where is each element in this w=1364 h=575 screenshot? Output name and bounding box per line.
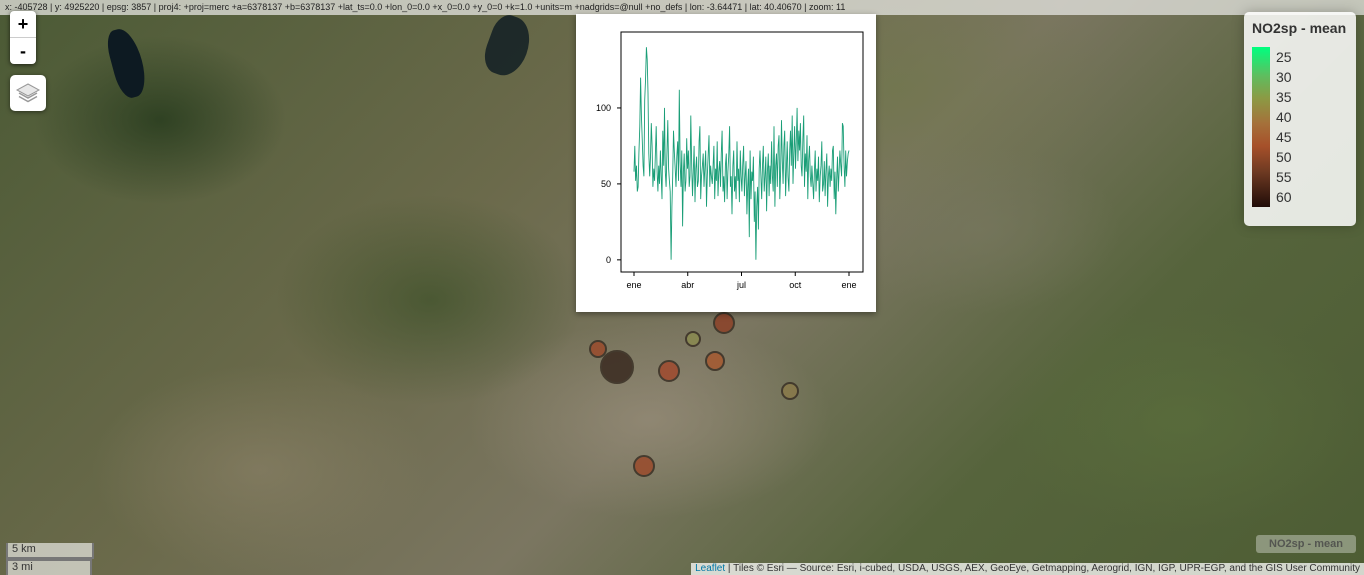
time-series-popup: 0 50 100 ene abr jul oct ene <box>576 14 876 312</box>
no2-line-chart: 0 50 100 ene abr jul oct ene <box>596 31 864 290</box>
x-tick-label: oct <box>789 280 802 290</box>
legend-label: 30 <box>1276 69 1292 85</box>
station-marker[interactable] <box>685 331 701 347</box>
x-tick-label: abr <box>681 280 694 290</box>
x-tick-label: jul <box>736 280 746 290</box>
layer-name-label: NO2sp - mean <box>1256 535 1356 553</box>
station-marker[interactable] <box>658 360 680 382</box>
legend-labels: 25 30 35 40 45 50 55 60 <box>1276 47 1336 207</box>
attribution-text: | Tiles © Esri — Source: Esri, i-cubed, … <box>725 563 1360 574</box>
station-marker[interactable] <box>633 455 655 477</box>
station-marker[interactable] <box>781 382 799 400</box>
scale-bar-km: 5 km <box>6 543 94 559</box>
no2-series-line <box>633 47 850 260</box>
zoom-control: + - <box>10 11 36 64</box>
legend-title: NO2sp - mean <box>1252 20 1347 36</box>
legend-label: 55 <box>1276 169 1292 185</box>
scale-bar-mi: 3 mi <box>6 559 92 575</box>
legend-color-ramp <box>1252 47 1270 207</box>
station-marker[interactable] <box>589 340 607 358</box>
x-tick-label: ene <box>841 280 856 290</box>
legend-label: 35 <box>1276 89 1292 105</box>
reservoir <box>478 10 538 82</box>
zoom-in-button[interactable]: + <box>10 11 36 38</box>
zoom-out-button[interactable]: - <box>10 38 36 64</box>
coordinates-readout: x: -405728 | y: 4925220 | epsg: 3857 | p… <box>0 0 1364 15</box>
legend-label: 25 <box>1276 49 1292 65</box>
x-tick-label: ene <box>626 280 641 290</box>
legend-label: 40 <box>1276 109 1292 125</box>
map-attribution: Leaflet | Tiles © Esri — Source: Esri, i… <box>691 563 1364 575</box>
reservoir <box>103 25 151 101</box>
leaflet-link[interactable]: Leaflet <box>695 563 725 574</box>
legend: NO2sp - mean 25 30 35 40 45 50 55 60 <box>1244 12 1356 226</box>
legend-label: 45 <box>1276 129 1292 145</box>
station-marker[interactable] <box>713 312 735 334</box>
layers-icon <box>15 83 41 103</box>
legend-label: 60 <box>1276 189 1292 205</box>
station-marker[interactable] <box>600 350 634 384</box>
plot-frame <box>620 31 864 273</box>
layers-button[interactable] <box>10 75 46 111</box>
y-tick-label: 0 <box>606 255 611 265</box>
legend-label: 50 <box>1276 149 1292 165</box>
y-tick-label: 50 <box>601 179 611 189</box>
y-tick-label: 100 <box>596 103 611 113</box>
station-marker[interactable] <box>705 351 725 371</box>
